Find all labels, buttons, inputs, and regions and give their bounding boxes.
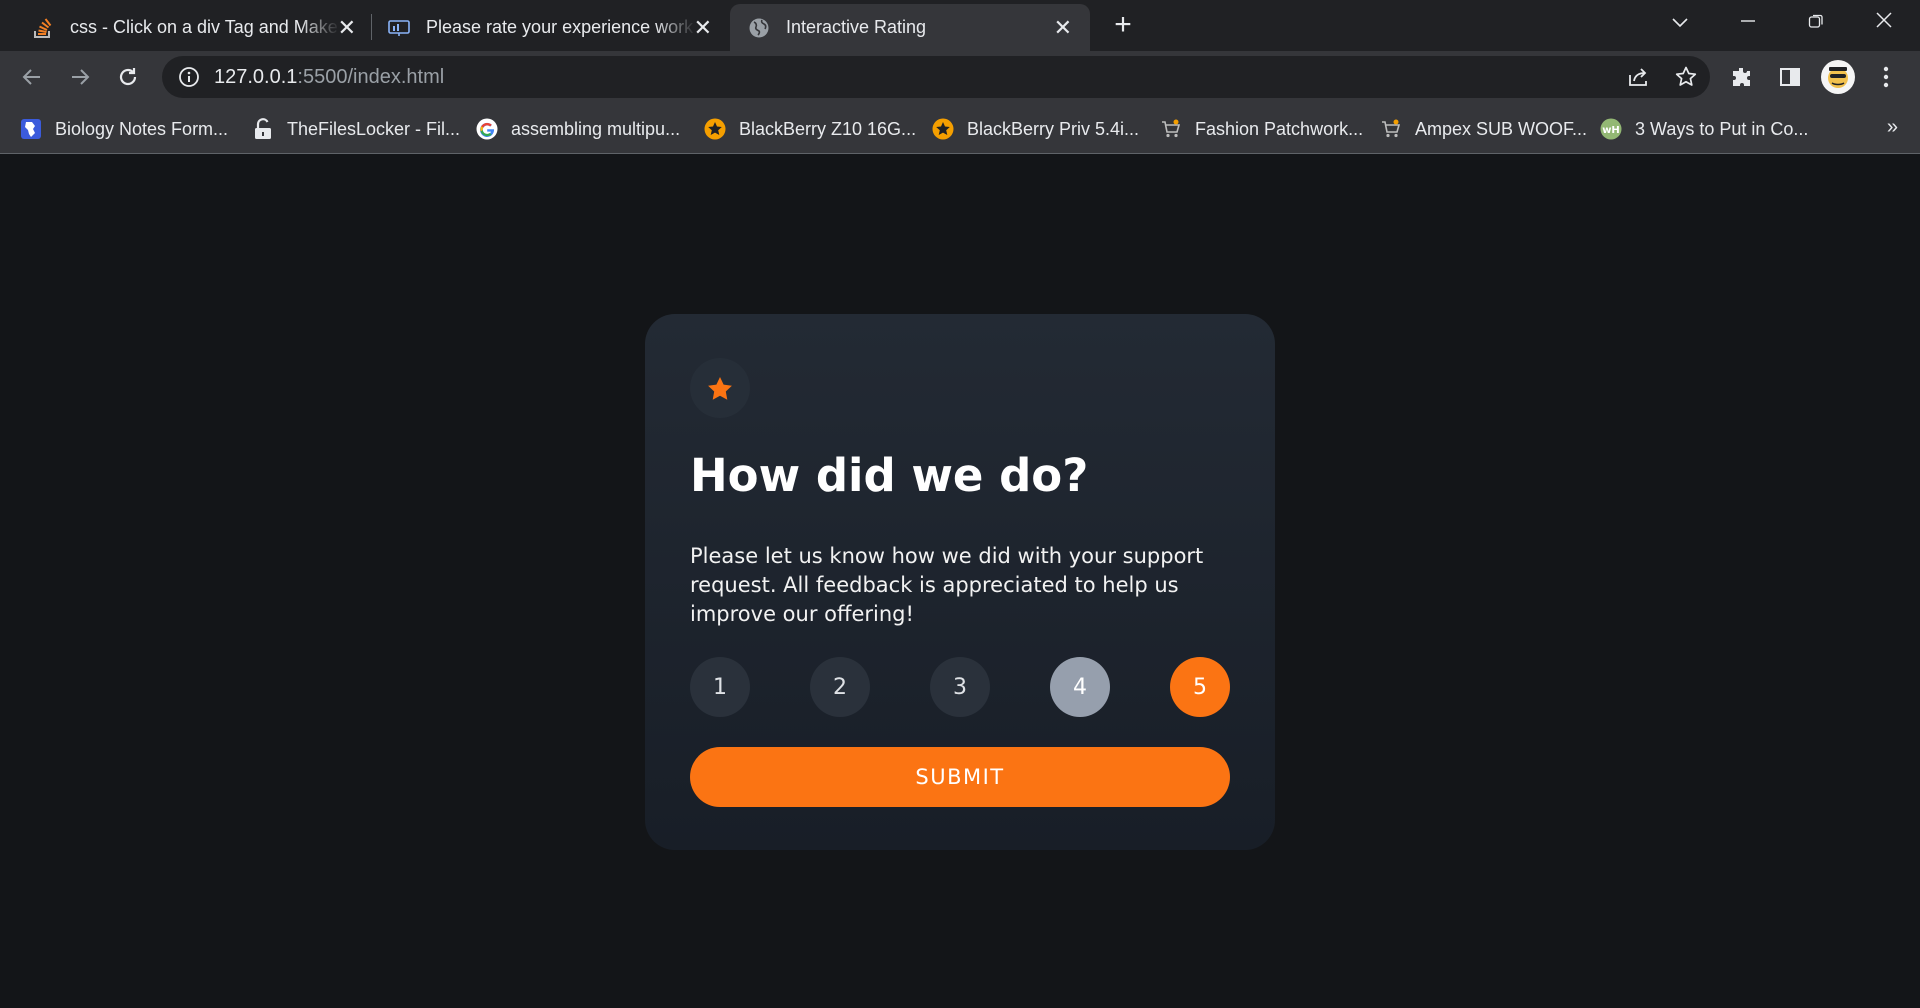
stackoverflow-icon <box>32 17 54 39</box>
svg-text:wH: wH <box>1602 125 1620 136</box>
page-viewport: How did we do? Please let us know how we… <box>0 155 1920 1008</box>
minimize-icon[interactable] <box>1728 8 1768 38</box>
bookmarks-bar: Biology Notes Form... TheFilesLocker - F… <box>0 104 1920 154</box>
restore-icon[interactable] <box>1796 8 1836 38</box>
tab-stackoverflow[interactable]: css - Click on a div Tag and Make ✕ <box>20 4 368 51</box>
site-info-icon[interactable] <box>178 66 200 88</box>
globe-icon <box>748 17 770 39</box>
bookmark-wikihow[interactable]: wH 3 Ways to Put in Co... <box>1600 114 1808 144</box>
tab-rate-experience[interactable]: Please rate your experience work ✕ <box>376 4 724 51</box>
bookmark-blackberry-z10[interactable]: BlackBerry Z10 16G... <box>704 114 916 144</box>
cart-icon <box>1160 118 1182 140</box>
rating-1-button[interactable]: 1 <box>690 657 750 717</box>
submit-button[interactable]: SUBMIT <box>690 747 1230 807</box>
rating-3-button[interactable]: 3 <box>930 657 990 717</box>
bookmark-label: Ampex SUB WOOF... <box>1415 118 1588 139</box>
tab-interactive-rating[interactable]: Interactive Rating ✕ <box>730 4 1090 51</box>
tab-separator <box>371 14 372 40</box>
bookmark-blackberry-priv[interactable]: BlackBerry Priv 5.4i... <box>932 114 1139 144</box>
url-path: :5500/index.html <box>297 65 445 88</box>
tab-search-icon[interactable] <box>1660 8 1700 38</box>
profile-avatar[interactable] <box>1821 60 1855 94</box>
bookmark-thefileslocker[interactable]: TheFilesLocker - Fil... <box>252 114 460 144</box>
bookmark-label: assembling multipu... <box>511 118 681 139</box>
cart-icon <box>1380 118 1402 140</box>
bookmark-biology-notes[interactable]: Biology Notes Form... <box>20 114 228 144</box>
extensions-icon[interactable] <box>1724 59 1760 95</box>
bookmark-label: 3 Ways to Put in Co... <box>1635 118 1809 139</box>
forward-icon[interactable] <box>62 59 98 95</box>
new-tab-button[interactable]: + <box>1108 10 1138 40</box>
star-icon <box>708 376 732 400</box>
close-tab-icon[interactable]: ✕ <box>338 16 356 39</box>
url-text: 127.0.0.1:5500/index.html <box>214 66 444 89</box>
bookmark-label: BlackBerry Z10 16G... <box>739 118 917 139</box>
google-icon <box>476 118 498 140</box>
close-window-icon[interactable] <box>1864 8 1904 38</box>
bookmark-label: Biology Notes Form... <box>55 118 229 139</box>
address-bar[interactable]: 127.0.0.1:5500/index.html <box>162 56 1710 98</box>
reload-icon[interactable] <box>110 59 146 95</box>
close-tab-icon[interactable]: ✕ <box>694 16 712 39</box>
bookmark-label: TheFilesLocker - Fil... <box>287 118 461 139</box>
url-host: 127.0.0.1 <box>214 65 298 88</box>
bookmark-label: BlackBerry Priv 5.4i... <box>967 118 1140 139</box>
share-icon[interactable] <box>1614 66 1662 88</box>
browser-toolbar: 127.0.0.1:5500/index.html <box>0 51 1920 104</box>
tab-title: css - Click on a div Tag and Make <box>70 17 338 37</box>
tab-title: Please rate your experience work <box>426 17 694 37</box>
browser-tab-strip: css - Click on a div Tag and Make ✕ Plea… <box>0 0 1920 51</box>
padlock-icon <box>252 118 274 140</box>
bookmark-label: Fashion Patchwork... <box>1195 118 1364 139</box>
close-tab-icon[interactable]: ✕ <box>1054 16 1072 39</box>
wikihow-icon: wH <box>1600 118 1622 140</box>
orange-star-icon <box>704 118 726 140</box>
menu-kebab-icon[interactable] <box>1868 59 1904 95</box>
card-title: How did we do? <box>690 449 1089 502</box>
more-bookmarks-button[interactable]: » <box>1887 116 1898 139</box>
rating-options: 1 2 3 4 5 <box>690 657 1230 717</box>
rating-5-button[interactable]: 5 <box>1170 657 1230 717</box>
presentation-icon <box>388 17 410 39</box>
card-description: Please let us know how we did with your … <box>690 544 1204 626</box>
bookmark-fashion-patchwork[interactable]: Fashion Patchwork... <box>1160 114 1363 144</box>
tab-title: Interactive Rating <box>786 17 927 37</box>
africa-map-icon <box>20 118 42 140</box>
bookmark-star-icon[interactable] <box>1662 65 1710 89</box>
rating-2-button[interactable]: 2 <box>810 657 870 717</box>
rating-card: How did we do? Please let us know how we… <box>645 314 1275 850</box>
side-panel-icon[interactable] <box>1772 59 1808 95</box>
rating-4-button[interactable]: 4 <box>1050 657 1110 717</box>
back-icon[interactable] <box>14 59 50 95</box>
bookmark-assembling[interactable]: assembling multipu... <box>476 114 680 144</box>
omnibox-actions <box>1614 56 1710 98</box>
orange-star-icon <box>932 118 954 140</box>
bookmark-ampex[interactable]: Ampex SUB WOOF... <box>1380 114 1587 144</box>
star-badge <box>690 358 750 418</box>
